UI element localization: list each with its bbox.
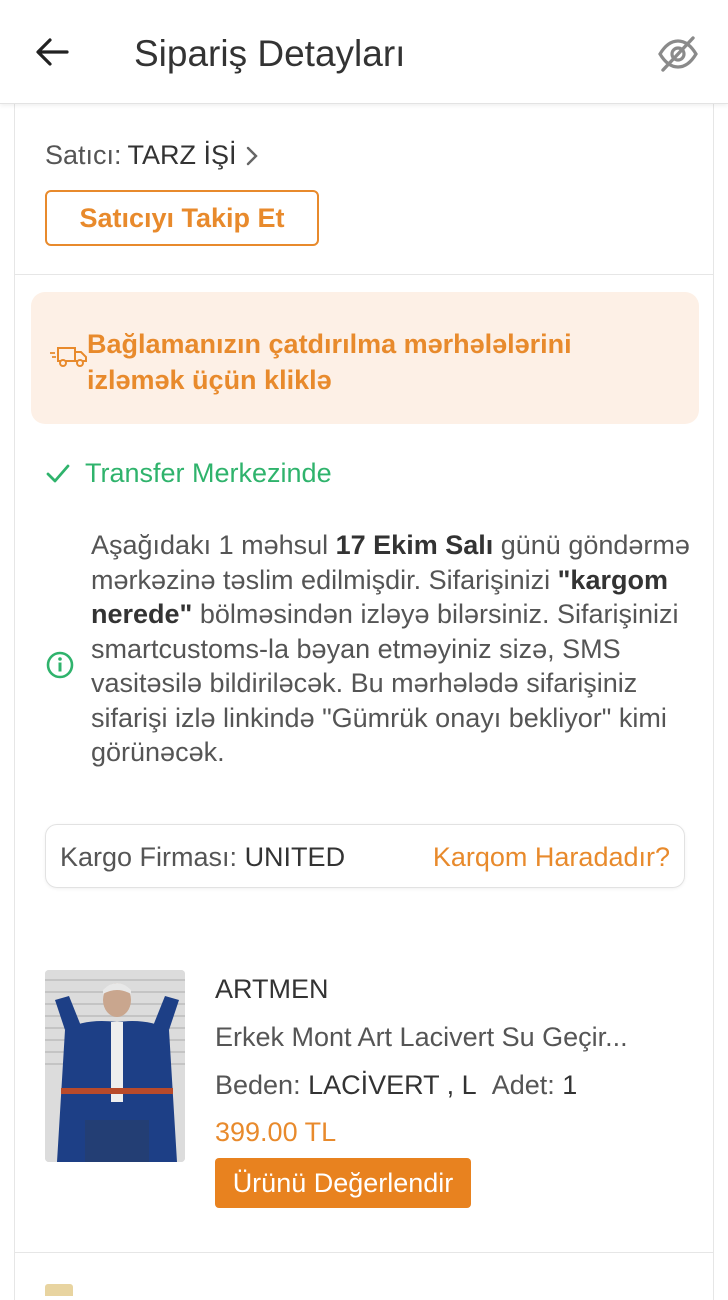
status-row: Transfer Merkezinde [45, 458, 332, 489]
product-price: 399.00 TL [215, 1117, 337, 1147]
seller-row[interactable]: Satıcı: TARZ İŞİ [45, 140, 259, 171]
cargo-company: UNITED [244, 842, 346, 872]
size-value: LACİVERT , L [308, 1070, 477, 1100]
info-icon [46, 651, 74, 679]
back-button[interactable] [30, 30, 74, 74]
page-title: Sipariş Detayları [134, 33, 406, 74]
where-is-cargo-link[interactable]: Karqom Haradadır? [433, 842, 670, 873]
eye-off-icon [658, 36, 698, 72]
seller-name: TARZ İŞİ [127, 140, 237, 170]
next-section-peek [45, 1276, 305, 1296]
cargo-label: Kargo Firması: UNITED [60, 842, 346, 872]
seller-label: Satıcı: [45, 140, 122, 170]
status-text: Transfer Merkezinde [85, 458, 332, 488]
tracking-banner[interactable]: Bağlamanızın çatdırılma mərhələlərini iz… [31, 292, 699, 424]
product-brand: ARTMEN [215, 974, 329, 1004]
app-header: Sipariş Detayları [0, 0, 728, 104]
product-image[interactable] [45, 970, 185, 1162]
product-name[interactable]: Erkek Mont Art Lacivert Su Geçir... [215, 1022, 685, 1053]
tracking-text: Bağlamanızın çatdırılma mərhələlərini iz… [87, 329, 572, 395]
order-card: Satıcı: TARZ İŞİ Satıcıyı Takip Et Bağla… [14, 104, 714, 1300]
rate-product-button[interactable]: Ürünü Değerlendir [215, 1158, 471, 1208]
follow-seller-button[interactable]: Satıcıyı Takip Et [45, 190, 319, 246]
truck-icon [50, 347, 87, 367]
chevron-right-icon [246, 146, 258, 165]
quantity-value: 1 [562, 1070, 578, 1100]
divider [15, 274, 713, 275]
delivery-date: 17 Ekim Salı [335, 530, 494, 560]
product-item[interactable]: ARTMEN Erkek Mont Art Lacivert Su Geçir.… [45, 970, 695, 1210]
hide-toggle-button[interactable] [654, 30, 702, 78]
check-icon [46, 464, 70, 482]
arrow-left-icon [36, 38, 69, 66]
divider [15, 1252, 713, 1253]
info-text: Aşağıdakı 1 məhsul 17 Ekim Salı günü gön… [91, 530, 690, 767]
cargo-box: Kargo Firması: UNITED Karqom Haradadır? [45, 824, 685, 888]
product-variant: Beden: LACİVERT , L Adet: 1 [215, 1070, 578, 1100]
